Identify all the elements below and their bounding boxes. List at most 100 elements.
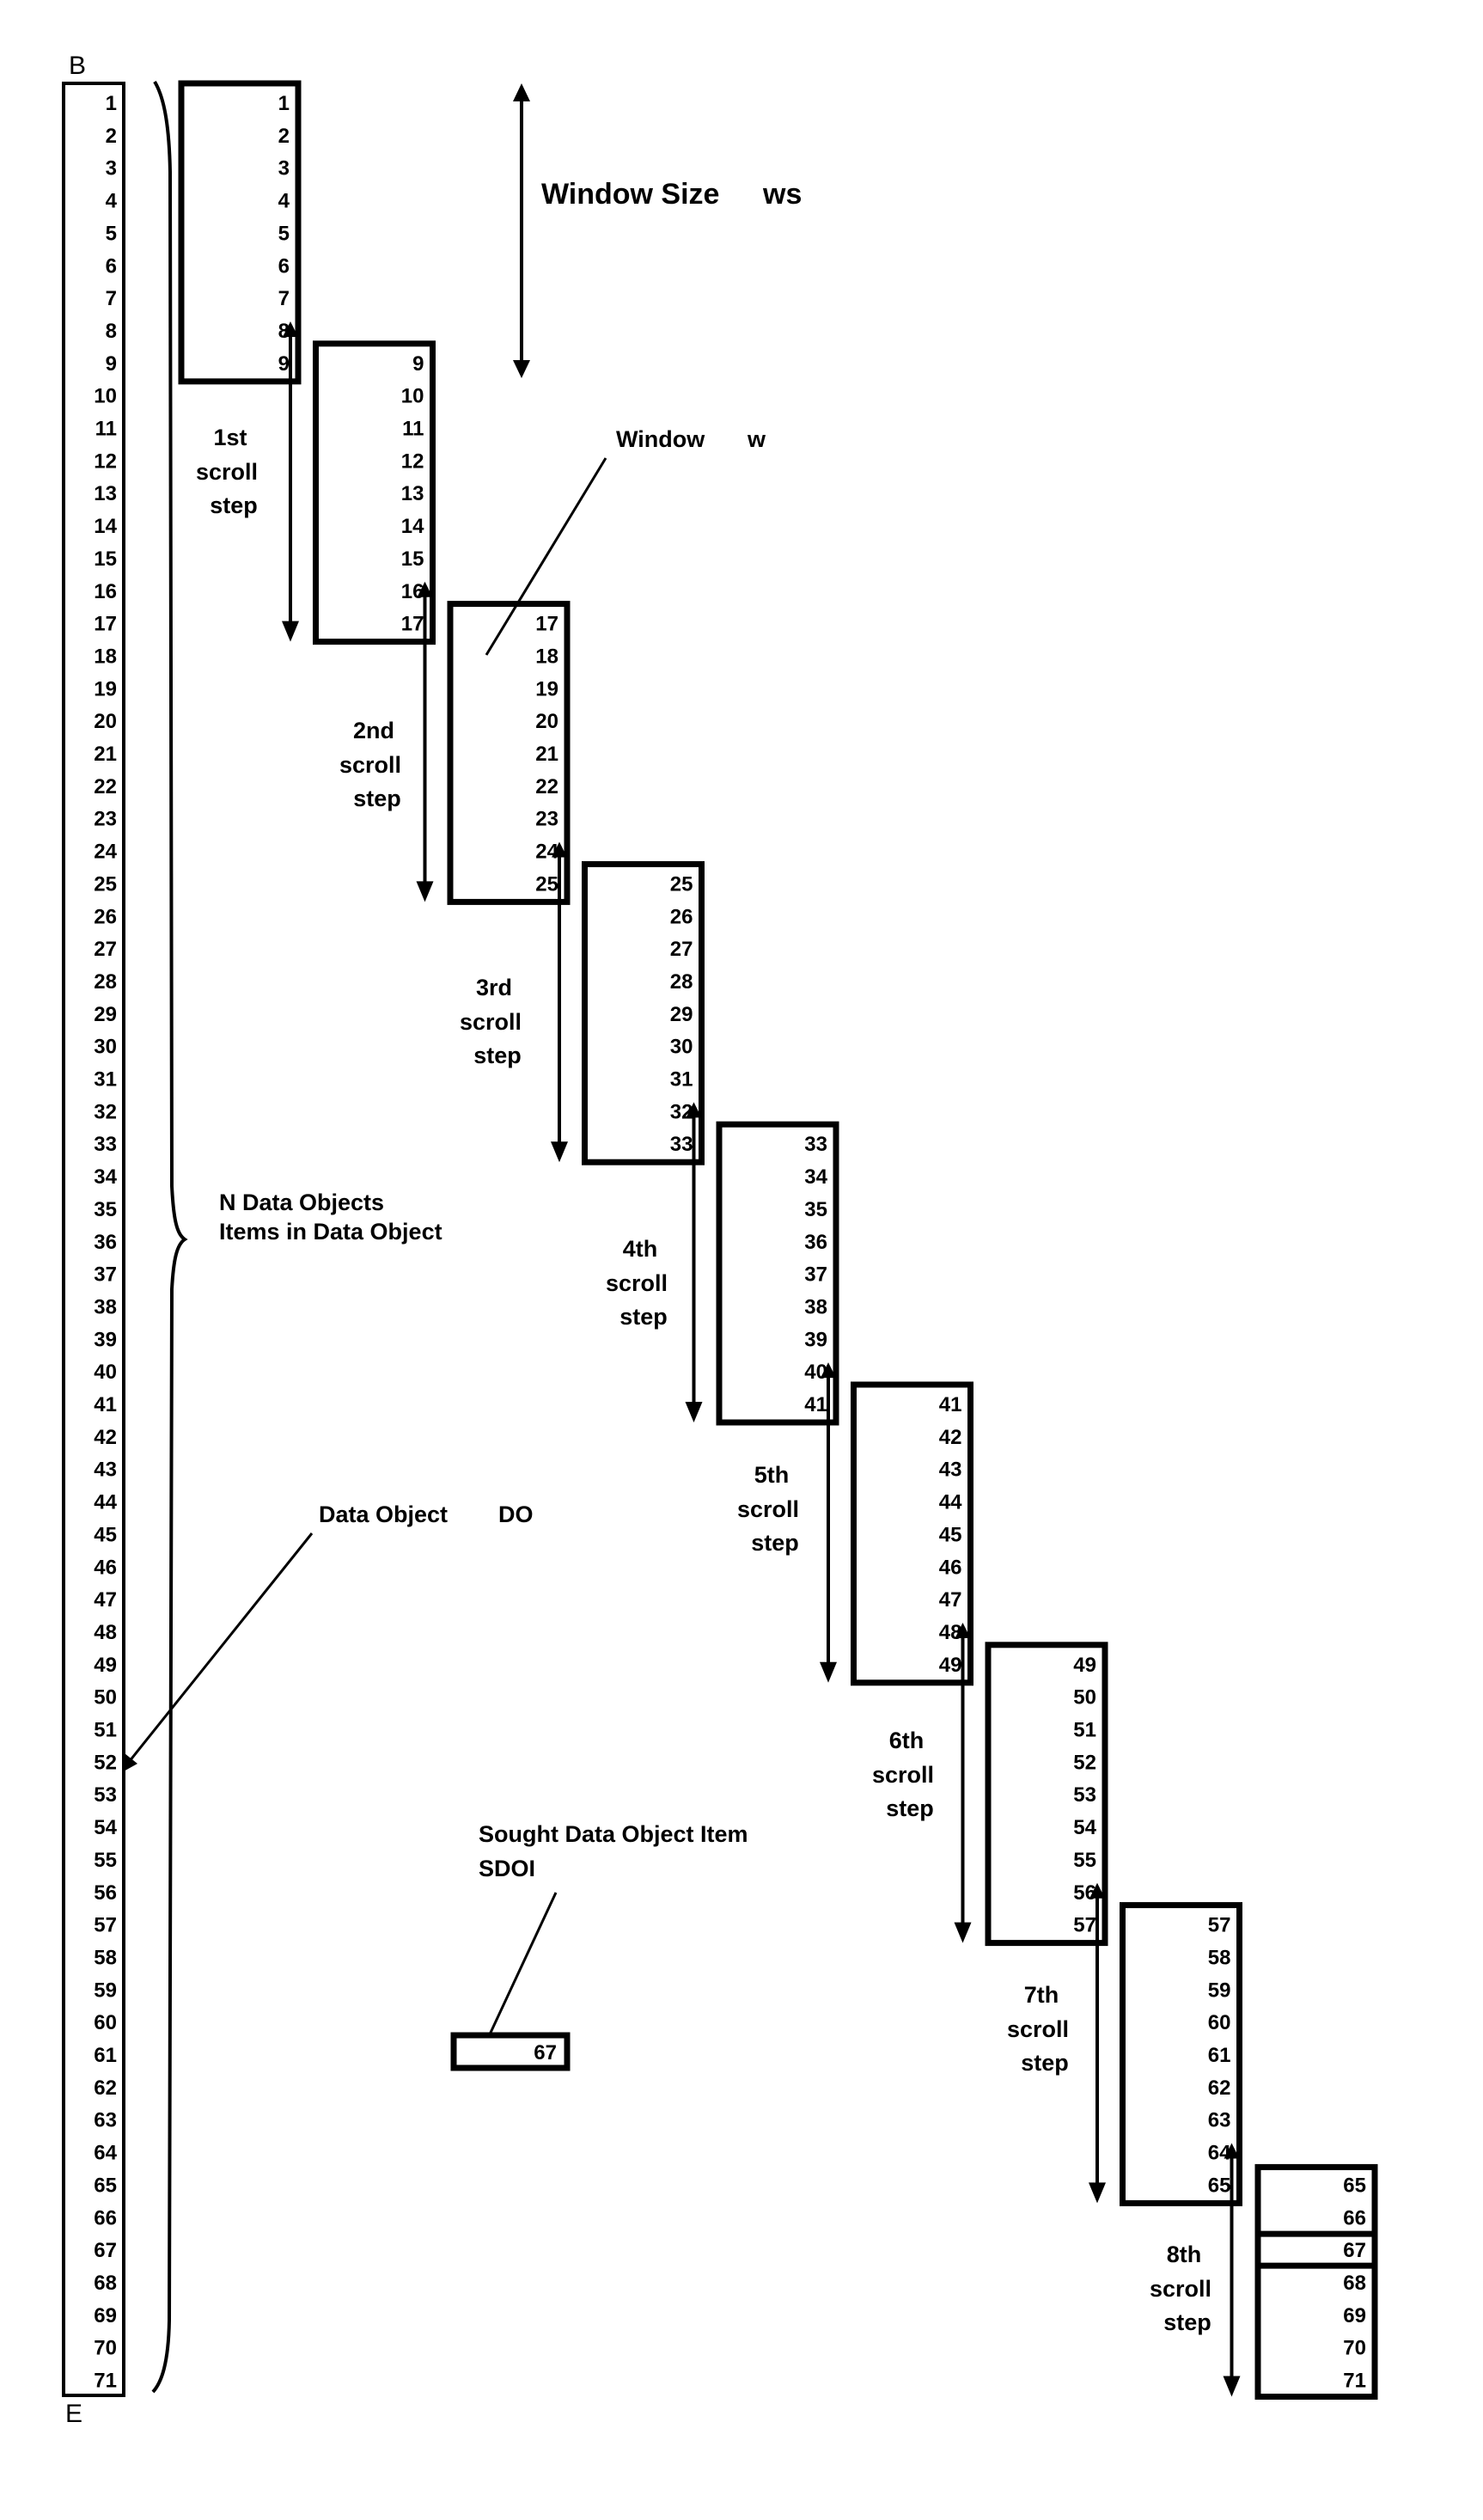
window-item: 2 bbox=[278, 125, 290, 148]
data-object-item: 4 bbox=[106, 190, 118, 213]
data-object-item: 56 bbox=[94, 1881, 117, 1905]
data-object-item: 34 bbox=[94, 1165, 117, 1189]
windows: 123456789 91011121314151617 17181920212223… bbox=[178, 80, 1242, 2206]
data-object-item: 57 bbox=[94, 1914, 117, 1937]
scroll-step-word: step bbox=[751, 1530, 799, 1556]
scroll-step-word: step bbox=[619, 1304, 668, 1330]
data-object-item: 58 bbox=[94, 1946, 117, 1969]
window-item: 7 bbox=[278, 287, 290, 310]
window-item: 11 bbox=[402, 418, 424, 441]
window-item: 38 bbox=[804, 1295, 827, 1318]
arrow-down-icon bbox=[954, 1922, 972, 1943]
data-object-item: 24 bbox=[94, 841, 117, 864]
data-object-item: 69 bbox=[94, 2304, 117, 2327]
data-object-item: 18 bbox=[94, 645, 117, 668]
data-object-item: 30 bbox=[94, 1036, 117, 1059]
data-object-item: 36 bbox=[94, 1231, 117, 1254]
data-object-item: 15 bbox=[94, 547, 117, 571]
window-item: 18 bbox=[535, 645, 558, 668]
window-item: 52 bbox=[1073, 1751, 1096, 1774]
arrow-down-icon bbox=[685, 1402, 703, 1422]
scroll-step-word: step bbox=[210, 492, 258, 518]
data-object-item: 39 bbox=[94, 1328, 117, 1351]
scroll-step-ordinal: 1st bbox=[213, 425, 247, 450]
window-item: 1 bbox=[278, 92, 290, 115]
scroll-step-ordinal: 8th bbox=[1167, 2242, 1202, 2267]
data-object-item: 51 bbox=[94, 1719, 117, 1742]
data-object-item: 54 bbox=[94, 1816, 117, 1839]
window-item: 33 bbox=[804, 1133, 827, 1156]
data-object-item: 9 bbox=[106, 352, 117, 376]
window-item: 57 bbox=[1073, 1914, 1096, 1937]
end-marker: E bbox=[65, 2400, 82, 2428]
scroll-step-word: scroll bbox=[196, 459, 258, 485]
data-object-item: 35 bbox=[94, 1198, 117, 1221]
window-8: 575859606162636465 bbox=[1120, 1902, 1242, 2206]
data-object-item: 23 bbox=[94, 808, 117, 831]
window-item: 57 bbox=[1208, 1914, 1231, 1937]
arrow-up-icon bbox=[513, 83, 530, 101]
data-object-item: 63 bbox=[94, 2109, 117, 2132]
data-object-item: 10 bbox=[94, 385, 117, 408]
sought-item-label: Sought Data Object Item bbox=[479, 1821, 748, 1847]
data-object-item: 52 bbox=[94, 1751, 117, 1774]
data-object-item: 41 bbox=[94, 1393, 117, 1416]
window-item: 27 bbox=[670, 938, 693, 961]
window-size-indicator: Window Size ws bbox=[513, 83, 802, 378]
window-item: 63 bbox=[1208, 2109, 1231, 2132]
scroll-step-word: scroll bbox=[872, 1762, 934, 1788]
window-item: 46 bbox=[939, 1556, 962, 1579]
data-object-item: 13 bbox=[94, 482, 117, 505]
data-object-item: 40 bbox=[94, 1361, 117, 1384]
data-object-item: 71 bbox=[94, 2370, 117, 2393]
data-object-pointer-line bbox=[127, 1532, 314, 1763]
window-5: 333435363738394041 bbox=[716, 1121, 839, 1426]
window-size-label: Window Size bbox=[541, 178, 719, 211]
arrow-down-icon bbox=[551, 1141, 568, 1163]
window-item: 9 bbox=[412, 352, 424, 376]
window-item: 44 bbox=[939, 1491, 962, 1514]
final-window-item: 71 bbox=[1343, 2370, 1366, 2393]
data-object-item: 25 bbox=[94, 872, 117, 896]
window-item: 12 bbox=[401, 450, 424, 473]
data-object-item: 48 bbox=[94, 1621, 117, 1644]
data-object-item: 64 bbox=[94, 2142, 117, 2165]
window-item: 26 bbox=[670, 905, 693, 928]
data-object-item: 45 bbox=[94, 1523, 117, 1546]
window-item: 41 bbox=[804, 1393, 827, 1416]
window-symbol: w bbox=[747, 426, 766, 452]
data-object-item: 46 bbox=[94, 1556, 117, 1579]
data-object-item: 61 bbox=[94, 2044, 117, 2067]
window-6: 414243444546474849 bbox=[851, 1381, 973, 1686]
sought-item-pointer-line bbox=[488, 1892, 558, 2035]
window-callout: Window w bbox=[485, 426, 766, 656]
final-window: 65 66 67 68 69 70 71 bbox=[1254, 2163, 1378, 2400]
window-item: 41 bbox=[939, 1393, 962, 1416]
final-window-item: 66 bbox=[1343, 2206, 1366, 2229]
final-window-item: 65 bbox=[1343, 2174, 1366, 2197]
scroll-step-word: step bbox=[473, 1043, 522, 1068]
scroll-step-word: scroll bbox=[1150, 2276, 1211, 2302]
final-window-item: 68 bbox=[1343, 2272, 1366, 2295]
scroll-step-ordinal: 2nd bbox=[353, 718, 394, 743]
window-item: 13 bbox=[401, 482, 424, 505]
window-item: 37 bbox=[804, 1263, 827, 1287]
data-object-item: 29 bbox=[94, 1003, 117, 1026]
data-object-column: 1234567891011121314151617181920212223242… bbox=[62, 82, 125, 2397]
arrow-down-icon bbox=[416, 881, 434, 902]
scroll-step-ordinal: 5th bbox=[754, 1462, 790, 1488]
window-item: 36 bbox=[804, 1231, 827, 1254]
data-object-item: 68 bbox=[94, 2272, 117, 2295]
scroll-window-diagram: B E 123456789101112131415161718192021222… bbox=[62, 52, 1378, 2428]
window-item: 35 bbox=[804, 1198, 827, 1221]
window-item: 43 bbox=[939, 1459, 962, 1482]
window-7: 495051525354555657 bbox=[985, 1642, 1108, 1947]
data-object-item: 11 bbox=[95, 418, 117, 441]
window-item: 51 bbox=[1073, 1719, 1096, 1742]
data-object-item: 65 bbox=[94, 2174, 117, 2197]
data-object-item: 50 bbox=[94, 1686, 117, 1710]
arrow-down-icon bbox=[1223, 2376, 1241, 2397]
data-object-item: 1 bbox=[106, 92, 117, 115]
data-object-item: 43 bbox=[94, 1459, 117, 1482]
begin-marker: B bbox=[69, 52, 86, 80]
